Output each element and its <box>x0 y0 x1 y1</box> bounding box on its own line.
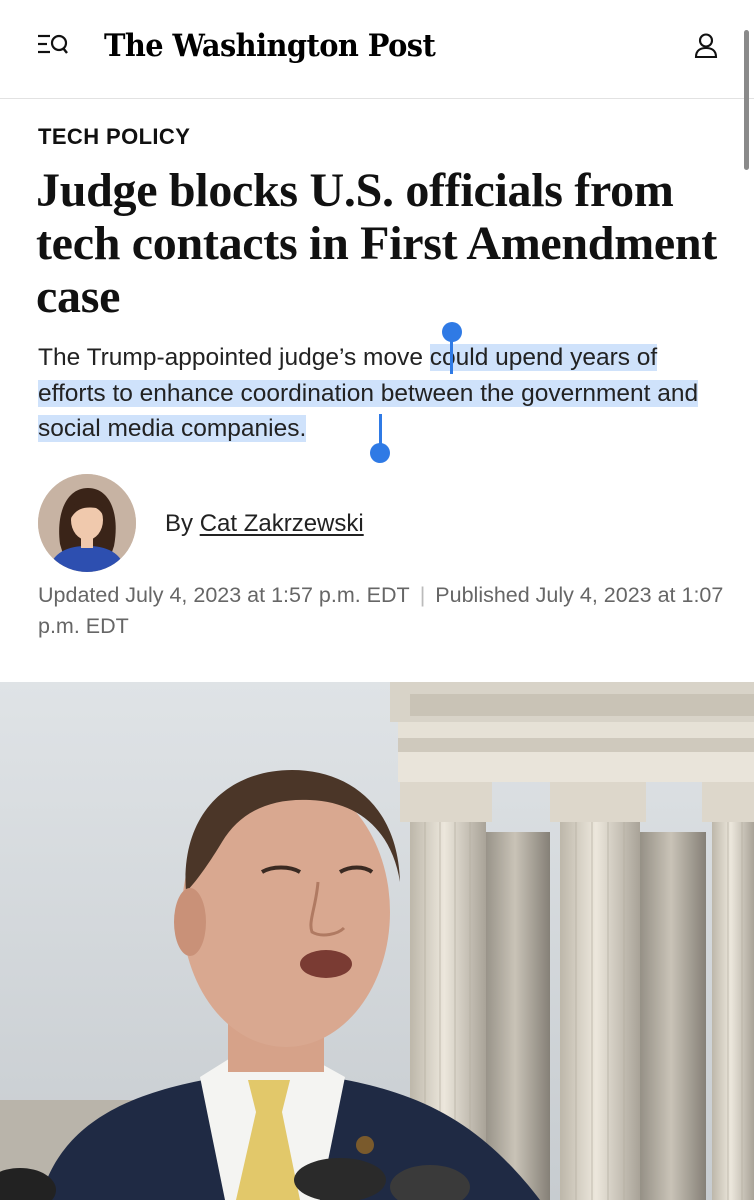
author-row: By Cat Zakrzewski <box>38 474 728 574</box>
updated-date: Updated July 4, 2023 at 1:57 p.m. EDT <box>38 583 410 607</box>
article-headline: Judge blocks U.S. officials from tech co… <box>36 164 717 323</box>
date-separator: | <box>419 583 426 607</box>
author-avatar[interactable] <box>38 474 136 572</box>
top-header: The Washington Post <box>0 0 754 99</box>
article-dates: Updated July 4, 2023 at 1:57 p.m. EDT | Pu… <box>38 580 728 642</box>
author-link[interactable]: Cat Zakrzewski <box>200 510 364 537</box>
selection-end-handle[interactable] <box>370 443 390 463</box>
user-icon[interactable] <box>692 32 720 60</box>
article-dek: The Trump-appointed judge’s move could u… <box>38 340 728 447</box>
scrollbar[interactable] <box>744 30 749 170</box>
byline: By Cat Zakrzewski <box>165 510 364 538</box>
dek-text: The Trump-appointed judge’s move <box>38 344 430 371</box>
section-label[interactable]: TECH POLICY <box>38 124 190 150</box>
selection-start-caret <box>450 338 453 374</box>
masthead-logo[interactable]: The Washington Post <box>104 20 436 72</box>
menu-search-icon[interactable] <box>36 32 70 58</box>
lead-photo[interactable] <box>0 682 754 1200</box>
byline-prefix: By <box>165 510 200 537</box>
